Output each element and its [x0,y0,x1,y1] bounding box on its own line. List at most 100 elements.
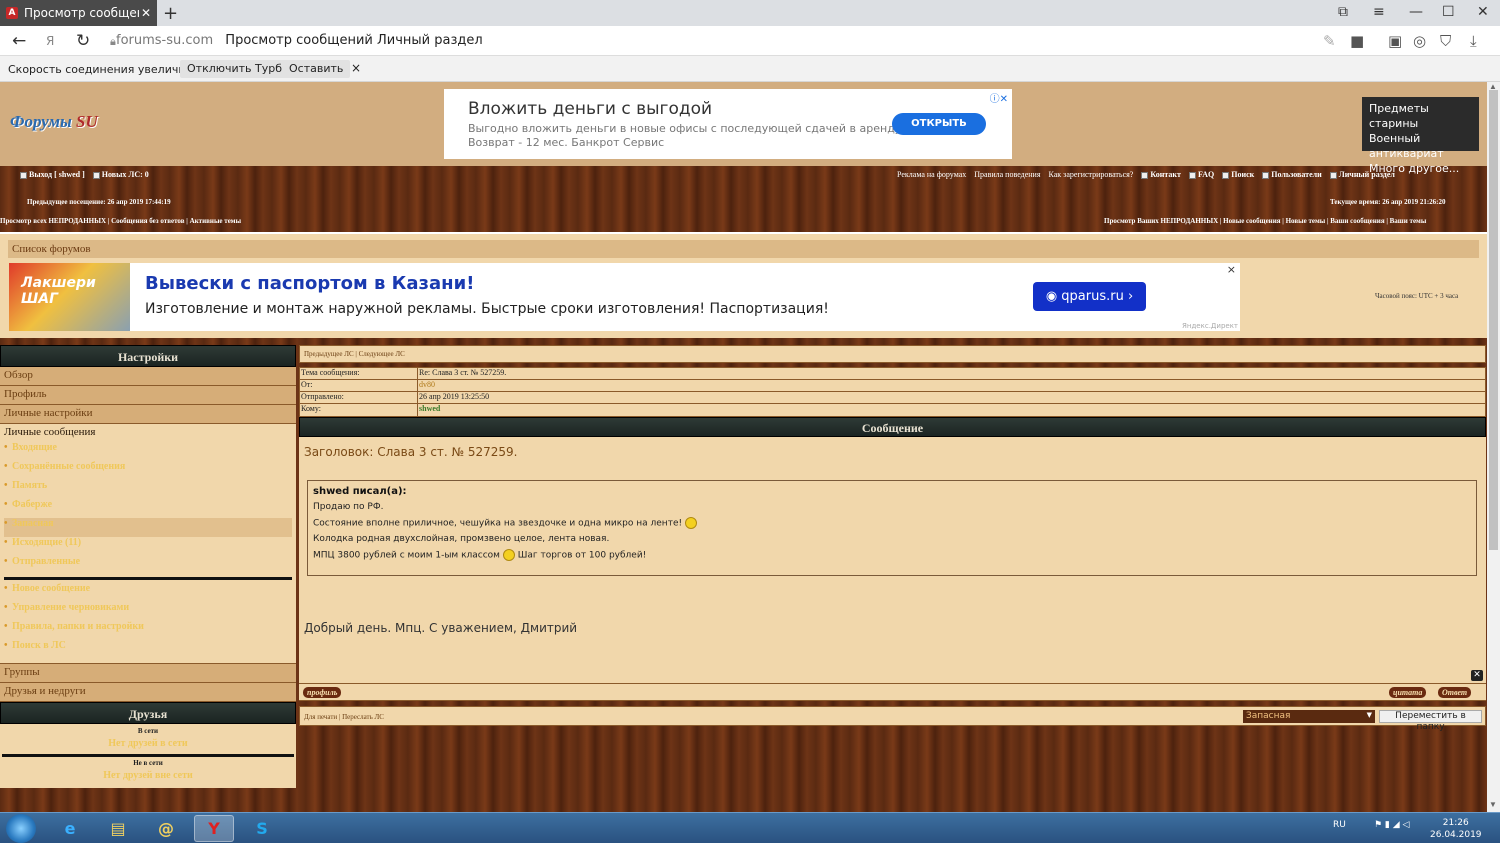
scroll-down-icon[interactable]: ▼ [1489,800,1497,809]
sidebar-item-profile[interactable]: Профиль [0,386,296,405]
pm-rules-folders[interactable]: Правила, папки и настройки [4,621,292,640]
pm-group: Личные сообщения Входящие Сохранённые со… [0,424,296,664]
quicklinks-left[interactable]: Просмотр всех НЕПРОДАННЫХ | Сообщения бе… [0,217,241,225]
yandex-icon[interactable]: Я [46,34,54,48]
sidebar-item-overview[interactable]: Обзор [0,367,296,386]
ad-right-line: Военный антиквариат [1369,132,1444,160]
site-logo[interactable]: Форумы SU [10,112,98,132]
pm-folder-reserve[interactable]: Запасная [4,518,292,537]
sender-link[interactable]: dv80 [418,380,435,391]
info-row: Тема сообщения: Re: Слава 3 ст. № 527259. [300,368,1485,380]
ad-banner[interactable]: Лакшери ШАГ Вывески с паспортом в Казани… [9,263,1240,331]
menu-icon[interactable]: ≡ [1373,4,1385,20]
mail-at-icon[interactable]: @ [146,815,186,842]
disable-turbo-button[interactable]: Отключить Турбо [180,60,296,78]
ad-banner-button[interactable]: ◉ qparus.ru › [1033,282,1146,311]
quote-line: Колодка родная двухслойная, промзвено це… [313,534,610,544]
contact-link[interactable]: Контакт [1141,170,1181,179]
maximize-icon[interactable]: ☐ [1442,4,1455,20]
tray-icons[interactable]: ⚑ ▮ ◢ ◁ [1374,820,1409,830]
recipient-link[interactable]: shwed [418,404,440,416]
pm-folder-memory[interactable]: Память [4,480,292,499]
pm-folder-outbox[interactable]: Исходящие (11) [4,537,292,556]
pm-folder-inbox[interactable]: Входящие [4,442,292,461]
forum-list-panel: Список форумов Лакшери ШАГ Вывески с пас… [0,232,1487,338]
close-turbo-icon[interactable]: × [351,61,361,75]
personal-section-link[interactable]: Личный раздел [1329,170,1395,179]
pen-icon[interactable]: ✎ [1323,32,1336,50]
pm-nav[interactable]: Предыдущее ЛС | Следующее ЛС [299,345,1486,363]
ad-banner-text: Изготовление и монтаж наружной рекламы. … [145,301,829,317]
logo-su: SU [76,112,98,131]
url-domain: forums-su.com [116,33,214,48]
pm-new-message[interactable]: Новое сообщение [4,583,292,602]
pm-folder-sent[interactable]: Отправленные [4,556,292,575]
back-icon[interactable]: ← [12,31,26,51]
new-tab-button[interactable]: + [163,3,178,24]
ad-banner-close-icon[interactable]: × [1227,263,1236,276]
thumbs-smiley-icon [684,517,697,529]
search-link[interactable]: Поиск [1222,170,1254,179]
ads-link[interactable]: Реклама на форумах [897,170,966,179]
quicklinks-right[interactable]: Просмотр Ваших НЕПРОДАННЫХ | Новые сообщ… [1104,217,1426,225]
main-nav: Реклама на форумах Правила поведения Как… [897,170,1401,179]
ad-info-close-icon[interactable]: ⓘ✕ [990,90,1008,105]
logo-text: Форумы [10,112,72,131]
reload-icon[interactable]: ↻ [76,31,90,51]
sidebar-item-personal-settings[interactable]: Личные настройки [0,405,296,424]
close-window-icon[interactable]: ✕ [1477,4,1489,20]
reply-button[interactable]: Ответ [1438,687,1472,698]
pm-group-title: Личные сообщения [4,426,96,438]
quote-button[interactable]: цитата [1389,687,1427,698]
start-button[interactable] [6,814,36,843]
faq-link[interactable]: FAQ [1188,170,1214,179]
forum-list-link[interactable]: Список форумов [8,240,1479,258]
clock[interactable]: 21:26 26.04.2019 [1430,817,1482,841]
report-close-icon[interactable]: ✕ [1471,670,1483,681]
ie-icon[interactable]: e [50,815,90,842]
new-pm-link[interactable]: Новых ЛС: 0 [92,170,149,179]
folder-select[interactable]: Запасная ▼ [1243,710,1375,723]
ad-top-banner[interactable]: Вложить деньги с выгодой Выгодно вложить… [444,89,1012,159]
yandex-browser-icon[interactable]: Y [194,815,234,842]
ad-right-box[interactable]: Предметы старины Военный антиквариат Мно… [1362,97,1479,175]
alice-icon[interactable]: ◎ [1413,32,1426,50]
ad-top-open-button[interactable]: ОТКРЫТЬ [892,113,986,135]
browser-tab[interactable]: A Просмотр сообщений / ✕ [0,0,157,26]
skype-icon[interactable]: S [242,815,282,842]
logout-link[interactable]: Выход [ shwed ] [20,170,85,179]
url-field[interactable]: forums-su.com Просмотр сообщений Личный … [116,33,483,48]
keep-turbo-button[interactable]: Оставить [282,60,351,78]
users-link[interactable]: Пользователи [1262,170,1322,179]
sidebar-item-groups[interactable]: Группы [0,664,296,683]
move-to-folder-button[interactable]: Переместить в папку [1379,710,1482,732]
pm-search[interactable]: Поиск в ЛС [4,640,292,659]
pm-folder-faberge[interactable]: Фаберже [4,499,292,518]
turbo-notification-bar: Скорость соединения увеличилась. Отключи… [0,56,1500,82]
message-subject: Re: Слава 3 ст. № 527259. [419,368,507,377]
ad-right-line: Предметы старины [1369,102,1429,130]
profile-button[interactable]: профиль [303,687,342,698]
minimize-icon[interactable]: — [1409,4,1423,20]
offline-none: Нет друзей вне сети [103,770,193,781]
tab-close-icon[interactable]: ✕ [139,6,153,20]
protect-shield-icon[interactable]: ⛉ [1440,32,1451,50]
print-forward-links[interactable]: Для печати | Переслать ЛС [304,713,384,721]
pm-drafts[interactable]: Управление черновиками [4,602,292,621]
ad-banner-source: Яндекс.Директ [1182,322,1238,330]
pm-folder-saved[interactable]: Сохранённые сообщения [4,461,292,480]
browser-tabbar: A Просмотр сообщений / ✕ + ⧉ ≡ — ☐ ✕ [0,0,1500,26]
scroll-thumb[interactable] [1489,90,1498,550]
site-info-icon[interactable]: 🔒︎ [110,35,116,49]
bookmarks-icon[interactable]: ⧉ [1338,4,1348,20]
rules-link[interactable]: Правила поведения [974,170,1040,179]
ad-banner-image: Лакшери ШАГ [9,263,130,331]
camera-icon[interactable]: ▣ [1388,32,1402,50]
explorer-folder-icon[interactable]: ▤ [98,815,138,842]
download-icon[interactable]: ⤓ [1470,32,1477,50]
language-indicator[interactable]: RU [1333,820,1346,830]
bookmark-icon[interactable]: ■ [1350,32,1364,50]
register-help-link[interactable]: Как зарегистрироваться? [1049,170,1134,179]
page-scrollbar[interactable]: ▲ ▼ [1487,82,1500,812]
sidebar-item-friends-foes[interactable]: Друзья и недруги [0,683,296,702]
